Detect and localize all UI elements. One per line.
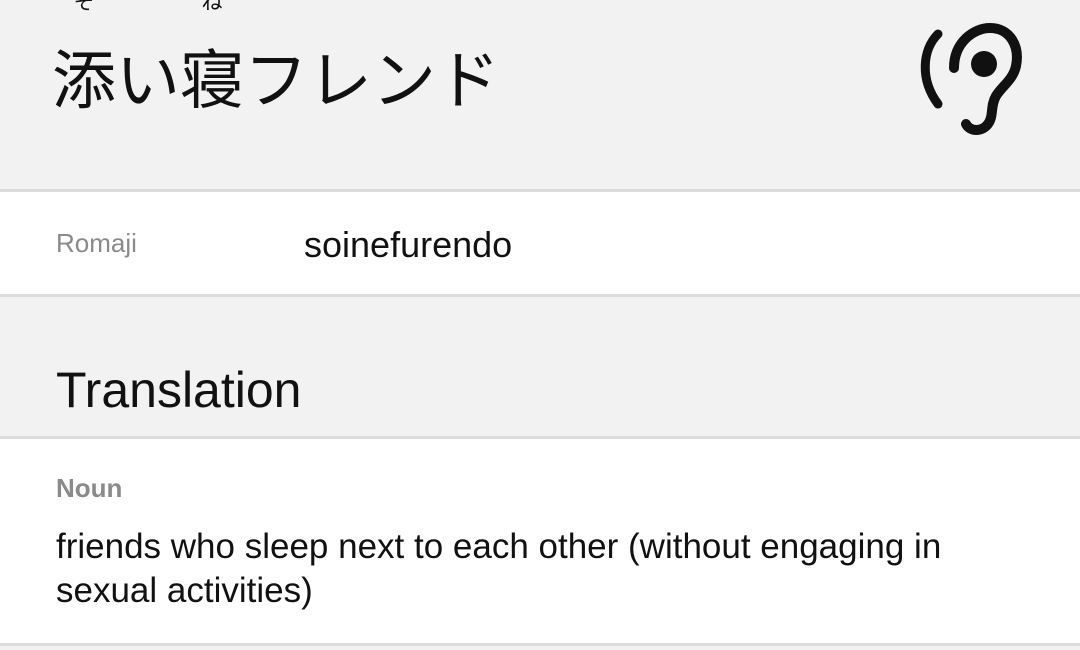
hearing-ear-icon: [920, 22, 1022, 135]
word-segment: い: [116, 20, 180, 114]
furigana: ね: [201, 0, 223, 14]
translation-entry: Noun friends who sleep next to each othe…: [0, 439, 1080, 643]
furigana: そ: [73, 0, 95, 14]
japanese-word: そ 添 い ね 寝 フレンド: [52, 0, 500, 119]
meaning-text: friends who sleep next to each other (wi…: [56, 527, 942, 610]
romaji-row: Romaji soinefurendo: [0, 192, 1080, 294]
bottom-strip: [0, 646, 1080, 650]
kana: い: [116, 45, 180, 119]
word-segment: フレンド: [244, 20, 500, 114]
part-of-speech: Noun: [56, 473, 123, 503]
word-header: そ 添 い ね 寝 フレンド: [0, 0, 1080, 189]
word-segment: そ 添: [52, 0, 116, 119]
kanji: 寝: [180, 45, 244, 119]
romaji-label: Romaji: [56, 228, 137, 258]
section-title: Translation: [56, 362, 302, 418]
katakana: フレンド: [244, 45, 500, 119]
play-audio-button[interactable]: [916, 16, 1028, 140]
kanji: 添: [52, 45, 116, 119]
romaji-value: soinefurendo: [304, 224, 513, 265]
word-segment: ね 寝: [180, 0, 244, 119]
translation-section-header: Translation: [0, 297, 1080, 436]
